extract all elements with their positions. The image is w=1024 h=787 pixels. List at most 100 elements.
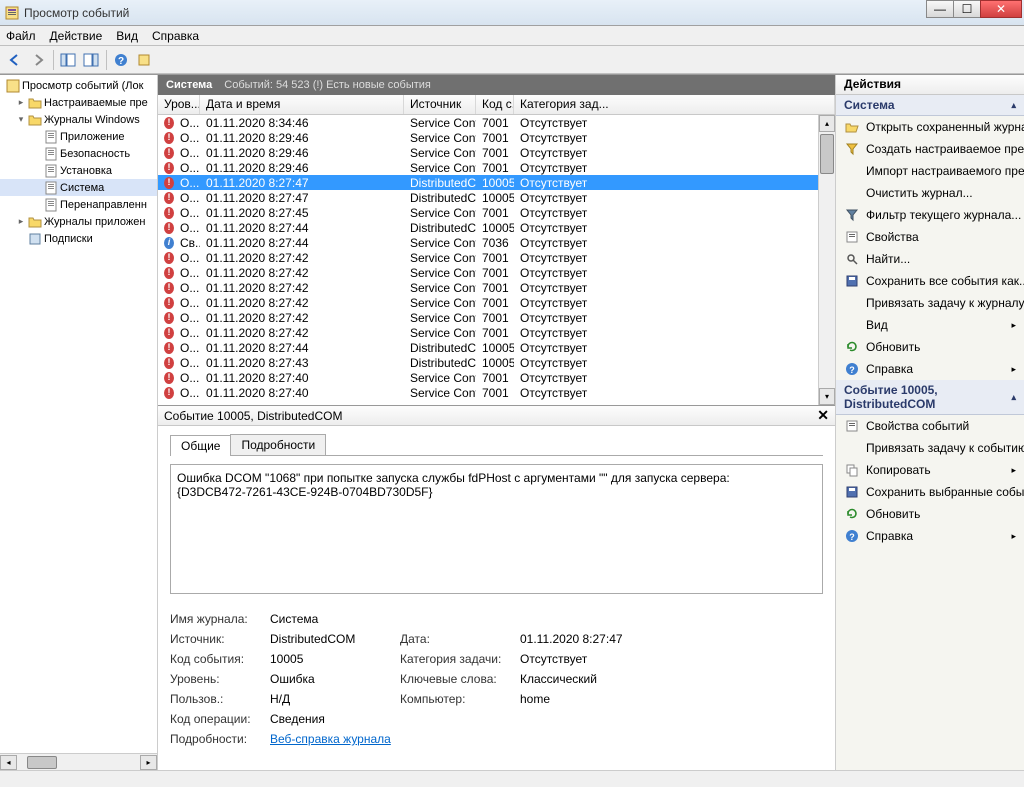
action-item[interactable]: Привязать задачу к событию... bbox=[836, 437, 1024, 459]
error-icon: ! bbox=[164, 327, 174, 339]
actions-section-event[interactable]: Событие 10005, DistributedCOM▴ bbox=[836, 380, 1024, 415]
event-row[interactable]: iСв...01.11.2020 8:27:44Service Cont...7… bbox=[158, 235, 818, 250]
col-category[interactable]: Категория зад... bbox=[514, 95, 835, 114]
menu-action[interactable]: Действие bbox=[50, 29, 103, 43]
tree-item[interactable]: ▸Настраиваемые пре bbox=[0, 94, 157, 111]
error-icon: ! bbox=[164, 282, 174, 294]
action-item[interactable]: Вид▸ bbox=[836, 314, 1024, 336]
info-icon: i bbox=[164, 237, 174, 249]
tree-item[interactable]: ▾Журналы Windows bbox=[0, 111, 157, 128]
tree-item[interactable]: ▸Журналы приложен bbox=[0, 213, 157, 230]
error-icon: ! bbox=[164, 267, 174, 279]
log-title: Система bbox=[166, 79, 212, 91]
grid-header: Уров... Дата и время Источник Код с... К… bbox=[158, 95, 835, 115]
action-item[interactable]: Сохранить все события как... bbox=[836, 270, 1024, 292]
col-level[interactable]: Уров... bbox=[158, 95, 200, 114]
maximize-button[interactable]: ☐ bbox=[953, 0, 981, 18]
actions-section-system[interactable]: Система▴ bbox=[836, 95, 1024, 116]
log-icon bbox=[44, 130, 58, 144]
action-item[interactable]: Копировать▸ bbox=[836, 459, 1024, 481]
event-row[interactable]: !О...01.11.2020 8:27:40Service Cont...70… bbox=[158, 370, 818, 385]
forward-button[interactable] bbox=[27, 49, 49, 71]
tab-general[interactable]: Общие bbox=[170, 435, 231, 456]
menu-view[interactable]: Вид bbox=[116, 29, 138, 43]
tree-item[interactable]: Подписки bbox=[0, 230, 157, 247]
show-hide-actions-button[interactable] bbox=[80, 49, 102, 71]
sub-icon bbox=[28, 232, 42, 246]
tree-root[interactable]: Просмотр событий (Лок bbox=[0, 77, 157, 94]
action-item[interactable]: Привязать задачу к журналу... bbox=[836, 292, 1024, 314]
action-item[interactable]: Найти... bbox=[836, 248, 1024, 270]
event-row[interactable]: !О...01.11.2020 8:27:45Service Cont...70… bbox=[158, 205, 818, 220]
action-item[interactable]: Обновить bbox=[836, 336, 1024, 358]
tree-item[interactable]: Безопасность bbox=[0, 145, 157, 162]
action-item[interactable]: ?Справка▸ bbox=[836, 525, 1024, 547]
action-item[interactable]: Создать настраиваемое предс... bbox=[836, 138, 1024, 160]
actions-title: Действия bbox=[836, 75, 1024, 95]
tab-details[interactable]: Подробности bbox=[230, 434, 326, 455]
action-item[interactable]: Обновить bbox=[836, 503, 1024, 525]
action-item[interactable]: Свойства bbox=[836, 226, 1024, 248]
action-item[interactable]: Импорт настраиваемого пред... bbox=[836, 160, 1024, 182]
event-row[interactable]: !О...01.11.2020 8:27:42Service Cont...70… bbox=[158, 265, 818, 280]
grid-vscrollbar[interactable]: ▴ ▾ bbox=[818, 115, 835, 405]
show-hide-tree-button[interactable] bbox=[57, 49, 79, 71]
close-button[interactable]: ✕ bbox=[980, 0, 1022, 18]
copy-icon bbox=[844, 462, 860, 478]
menu-help[interactable]: Справка bbox=[152, 29, 199, 43]
back-button[interactable] bbox=[4, 49, 26, 71]
tree-item[interactable]: Система bbox=[0, 179, 157, 196]
event-row[interactable]: !О...01.11.2020 8:27:42Service Cont...70… bbox=[158, 295, 818, 310]
event-row[interactable]: !О...01.11.2020 8:27:42Service Cont...70… bbox=[158, 250, 818, 265]
action-item[interactable]: Очистить журнал... bbox=[836, 182, 1024, 204]
error-icon: ! bbox=[164, 192, 174, 204]
event-row[interactable]: !О...01.11.2020 8:27:43DistributedC...10… bbox=[158, 355, 818, 370]
action-item[interactable]: Сохранить выбранные событи... bbox=[836, 481, 1024, 503]
open-icon bbox=[844, 119, 860, 135]
save-icon bbox=[844, 273, 860, 289]
help-button[interactable]: ? bbox=[110, 49, 132, 71]
action-item[interactable]: Свойства событий bbox=[836, 415, 1024, 437]
event-row[interactable]: !О...01.11.2020 8:29:46Service Cont...70… bbox=[158, 160, 818, 175]
help-icon: ? bbox=[844, 361, 860, 377]
event-row[interactable]: !О...01.11.2020 8:27:40Service Cont...70… bbox=[158, 385, 818, 400]
minimize-button[interactable]: — bbox=[926, 0, 954, 18]
event-row[interactable]: !О...01.11.2020 8:27:42Service Cont...70… bbox=[158, 325, 818, 340]
svg-text:?: ? bbox=[849, 532, 855, 542]
col-date[interactable]: Дата и время bbox=[200, 95, 404, 114]
blank-icon bbox=[844, 295, 860, 311]
tree-hscrollbar[interactable]: ◂ ▸ bbox=[0, 753, 157, 770]
tree-item[interactable]: Установка bbox=[0, 162, 157, 179]
center-header: Система Событий: 54 523 (!) Есть новые с… bbox=[158, 75, 835, 95]
col-source[interactable]: Источник bbox=[404, 95, 476, 114]
refresh-button[interactable] bbox=[133, 49, 155, 71]
tree-item[interactable]: Перенаправленн bbox=[0, 196, 157, 213]
app-icon bbox=[4, 5, 20, 21]
tree-item[interactable]: Приложение bbox=[0, 128, 157, 145]
menu-file[interactable]: Файл bbox=[6, 29, 36, 43]
event-properties: Имя журнала: Система Источник: Distribut… bbox=[170, 612, 823, 746]
event-row[interactable]: !О...01.11.2020 8:34:46Service Cont...70… bbox=[158, 115, 818, 130]
event-row[interactable]: !О...01.11.2020 8:27:44DistributedC...10… bbox=[158, 340, 818, 355]
col-code[interactable]: Код с... bbox=[476, 95, 514, 114]
action-item[interactable]: Фильтр текущего журнала... bbox=[836, 204, 1024, 226]
log-icon bbox=[44, 164, 58, 178]
event-row[interactable]: !О...01.11.2020 8:27:42Service Cont...70… bbox=[158, 310, 818, 325]
error-icon: ! bbox=[164, 117, 174, 129]
error-icon: ! bbox=[164, 312, 174, 324]
event-row[interactable]: !О...01.11.2020 8:27:42Service Cont...70… bbox=[158, 280, 818, 295]
folder-icon bbox=[28, 113, 42, 127]
event-row[interactable]: !О...01.11.2020 8:27:47DistributedC...10… bbox=[158, 175, 818, 190]
blank-icon bbox=[844, 163, 860, 179]
event-row[interactable]: !О...01.11.2020 8:27:47DistributedC...10… bbox=[158, 190, 818, 205]
event-row[interactable]: !О...01.11.2020 8:29:46Service Cont...70… bbox=[158, 130, 818, 145]
details-close-icon[interactable]: ✕ bbox=[817, 407, 829, 424]
error-icon: ! bbox=[164, 132, 174, 144]
action-item[interactable]: Открыть сохраненный журнал... bbox=[836, 116, 1024, 138]
props-icon bbox=[844, 229, 860, 245]
web-help-link[interactable]: Веб-справка журнала bbox=[270, 732, 400, 746]
action-item[interactable]: ?Справка▸ bbox=[836, 358, 1024, 380]
event-row[interactable]: !О...01.11.2020 8:29:46Service Cont...70… bbox=[158, 145, 818, 160]
svg-text:?: ? bbox=[849, 365, 855, 375]
event-row[interactable]: !О...01.11.2020 8:27:44DistributedC...10… bbox=[158, 220, 818, 235]
